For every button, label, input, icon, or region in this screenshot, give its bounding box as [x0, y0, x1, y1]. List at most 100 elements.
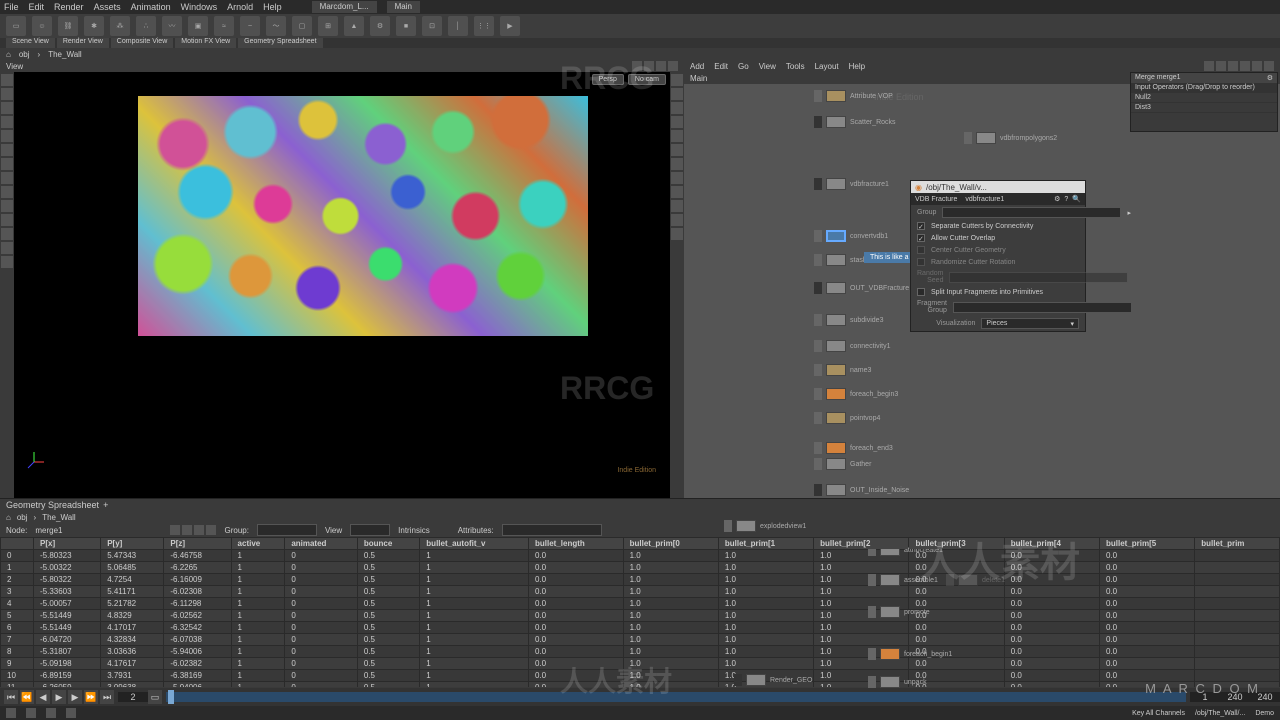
ss-tab[interactable]: Geometry Spreadsheet: [6, 500, 99, 510]
ss-path-obj[interactable]: obj: [17, 513, 28, 522]
disp-hq-icon[interactable]: [671, 214, 683, 226]
node-body[interactable]: [826, 484, 846, 496]
network-node[interactable]: name3: [814, 364, 871, 376]
network-node[interactable]: promote: [868, 606, 930, 618]
table-row[interactable]: 1-5.003225.06485-6.2265100.510.01.01.01.…: [1, 562, 1280, 574]
cam-tool-icon[interactable]: [1, 200, 13, 212]
path-home-icon[interactable]: ⌂: [6, 50, 11, 59]
menu-assets[interactable]: Assets: [94, 2, 121, 12]
node-display-flag[interactable]: [814, 230, 822, 242]
net-icon-3[interactable]: [1228, 61, 1238, 71]
anim-tool-icon[interactable]: [1, 228, 13, 240]
ss-column-header[interactable]: animated: [285, 538, 358, 550]
network-node[interactable]: foreach_end3: [814, 442, 893, 454]
net-icon-4[interactable]: [1240, 61, 1250, 71]
node-body[interactable]: [826, 340, 846, 352]
camera-dropdown[interactable]: Persp: [592, 74, 624, 85]
status-autokey-label[interactable]: Key All Channels: [1132, 710, 1185, 717]
node-display-flag[interactable]: [814, 116, 822, 128]
network-node[interactable]: Render_GEO: [734, 674, 812, 686]
light-tool-icon[interactable]: [1, 186, 13, 198]
network-node[interactable]: Scatter_Rocks: [814, 116, 896, 128]
ss-home-icon[interactable]: ⌂: [6, 513, 11, 522]
brush-tool-icon[interactable]: [1, 130, 13, 142]
current-frame-field[interactable]: 2: [118, 692, 148, 702]
node-body[interactable]: [826, 412, 846, 424]
ss-column-header[interactable]: bullet_prim[5: [1100, 538, 1195, 550]
param-split-check[interactable]: [917, 288, 925, 296]
net-menu-add[interactable]: Add: [690, 62, 704, 71]
tree-gear-icon[interactable]: ⚙: [1267, 74, 1273, 82]
table-row[interactable]: 4-5.000575.21782-6.11298100.510.01.01.01…: [1, 598, 1280, 610]
bone-tool-icon[interactable]: [1, 214, 13, 226]
ss-column-header[interactable]: bullet_prim[2: [814, 538, 909, 550]
snap-tool-icon[interactable]: [1, 144, 13, 156]
shelf-pyro-icon[interactable]: ▲: [344, 16, 364, 36]
pane-tab-composite[interactable]: Composite View: [111, 38, 173, 48]
param-group-field[interactable]: [942, 207, 1121, 218]
scale-tool-icon[interactable]: [1, 116, 13, 128]
network-node[interactable]: convertvdb1: [814, 230, 888, 242]
shelf-rigid-icon[interactable]: ▣: [188, 16, 208, 36]
param-fraggroup-field[interactable]: [953, 302, 1132, 313]
node-display-flag[interactable]: [964, 132, 972, 144]
table-row[interactable]: 6-5.514494.17017-6.32542100.510.01.01.01…: [1, 622, 1280, 634]
node-body[interactable]: [826, 314, 846, 326]
pane-tab-renderview[interactable]: Render View: [57, 38, 109, 48]
rotate-tool-icon[interactable]: [1, 102, 13, 114]
tl-nextkey-button[interactable]: ⏩: [84, 690, 98, 704]
view-tool-icon[interactable]: [1, 158, 13, 170]
axis-gizmo-icon[interactable]: [24, 452, 44, 472]
param-randseed-field[interactable]: [949, 272, 1128, 283]
ss-column-header[interactable]: bullet_prim[1: [718, 538, 813, 550]
ss-column-header[interactable]: bullet_prim: [1195, 538, 1280, 550]
shelf-solid-icon[interactable]: ■: [396, 16, 416, 36]
shelf-fluids-icon[interactable]: ≈: [214, 16, 234, 36]
dyn-tool-icon[interactable]: [1, 242, 13, 254]
window-tab-1[interactable]: Marcdom_L...: [312, 1, 377, 13]
network-node[interactable]: assemble1: [868, 574, 938, 586]
shelf-oceans-icon[interactable]: 〜: [266, 16, 286, 36]
tl-first-button[interactable]: ⏮: [4, 690, 18, 704]
disp-shade-icon[interactable]: [671, 88, 683, 100]
shelf-collisions-icon[interactable]: ✱: [84, 16, 104, 36]
table-row[interactable]: 8-5.318073.03636-5.94006100.510.01.01.01…: [1, 646, 1280, 658]
disp-wire-icon[interactable]: [671, 74, 683, 86]
tl-prev-button[interactable]: ◀: [36, 690, 50, 704]
disp-uv-icon[interactable]: [671, 116, 683, 128]
shelf-geometry-icon[interactable]: ▭: [6, 16, 26, 36]
spreadsheet-table[interactable]: P[x]P[y]P[z]activeanimatedbouncebullet_a…: [0, 537, 1280, 687]
network-node[interactable]: vdbfracture1: [814, 178, 889, 190]
node-display-flag[interactable]: [734, 674, 742, 686]
ss-verts-icon[interactable]: [182, 525, 192, 535]
node-body[interactable]: [826, 458, 846, 470]
tl-last-button[interactable]: ⏭: [100, 690, 114, 704]
tl-prevkey-button[interactable]: ⏪: [20, 690, 34, 704]
select-tool-icon[interactable]: [1, 74, 13, 86]
pane-tab-motionfx[interactable]: Motion FX View: [175, 38, 236, 48]
node-body[interactable]: [826, 116, 846, 128]
net-icon-1[interactable]: [1204, 61, 1214, 71]
shelf-characters-icon[interactable]: ☺: [32, 16, 52, 36]
ss-tab-add-icon[interactable]: +: [103, 500, 108, 510]
disp-prim-icon[interactable]: [671, 144, 683, 156]
scene-viewport[interactable]: Persp No cam Indie Edition: [14, 72, 670, 498]
shelf-constraints-icon[interactable]: ⛓: [58, 16, 78, 36]
disp-opt-icon[interactable]: [671, 228, 683, 240]
table-row[interactable]: 9-5.091984.17617-6.02382100.510.01.01.01…: [1, 658, 1280, 670]
node-display-flag[interactable]: [724, 520, 732, 532]
ss-column-header[interactable]: bullet_prim[0: [623, 538, 718, 550]
viewport-canvas[interactable]: Indie Edition: [18, 86, 666, 478]
node-body[interactable]: [880, 648, 900, 660]
disp-normal-icon[interactable]: [671, 102, 683, 114]
param-nodename[interactable]: vdbfracture1: [961, 196, 1008, 203]
ss-column-header[interactable]: bullet_prim[4: [1004, 538, 1099, 550]
nocam-dropdown[interactable]: No cam: [628, 74, 666, 85]
net-menu-layout[interactable]: Layout: [815, 62, 839, 71]
menu-render[interactable]: Render: [54, 2, 84, 12]
tl-next-button[interactable]: ▶: [68, 690, 82, 704]
ss-column-header[interactable]: P[y]: [101, 538, 164, 550]
node-display-flag[interactable]: [814, 458, 822, 470]
menu-edit[interactable]: Edit: [29, 2, 45, 12]
table-row[interactable]: 11-6.260593.09638-5.94006100.510.01.01.0…: [1, 682, 1280, 688]
